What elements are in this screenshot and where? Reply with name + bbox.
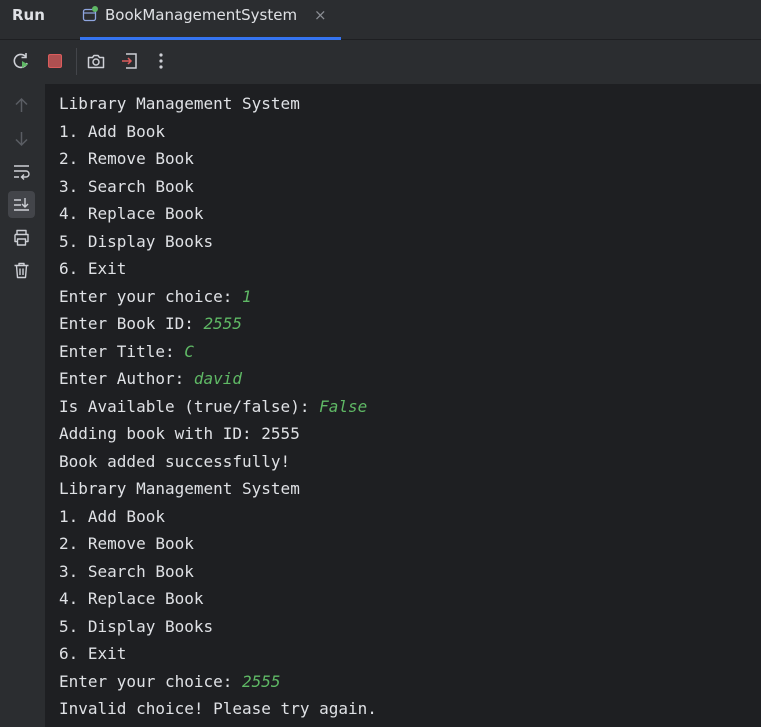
console-line: 2. Remove Book — [59, 145, 377, 173]
console-line: Invalid choice! Please try again. — [59, 695, 377, 723]
exit-icon[interactable] — [120, 51, 140, 71]
run-tool-window-header: Run BookManagementSystem × — [0, 0, 761, 40]
run-label: Run — [12, 6, 45, 24]
console-line: Enter Author: david — [59, 365, 377, 393]
console-user-input: C — [184, 341, 194, 361]
console-output-text: 5. Display Books — [59, 231, 214, 251]
close-icon[interactable]: × — [314, 6, 327, 24]
console-line: Adding book with ID: 2555 — [59, 420, 377, 448]
console-output-text: Library Management System — [59, 479, 300, 498]
console-output-text: 4. Replace Book — [59, 589, 204, 608]
console-output-text: Adding book with ID: 2555 — [59, 424, 300, 443]
console-user-input: 2555 — [203, 314, 243, 333]
console-output[interactable]: Library Management System 1. Add Book 2. R… — [45, 84, 761, 727]
console-line: 6. Exit — [59, 640, 377, 668]
console-output-text: 4. Replace Book — [59, 204, 204, 223]
console-output-text: Is Available (true/false): — [59, 396, 320, 416]
tab-bookmanagementsystem[interactable]: BookManagementSystem × — [80, 0, 341, 40]
stop-icon[interactable] — [45, 51, 65, 71]
arrow-down-icon[interactable] — [8, 125, 35, 152]
console-output-text: Book added successfully! — [59, 451, 291, 471]
console-line: Is Available (true/false): False — [59, 393, 377, 421]
trash-icon[interactable] — [8, 257, 35, 284]
console-output-text: Enter your choice: — [59, 671, 243, 691]
run-config-icon — [82, 6, 98, 22]
console-output-text: 5. Display Books — [59, 616, 214, 636]
console-line: Enter Book ID: 2555 — [59, 310, 377, 338]
console-line: Book added successfully! — [59, 448, 377, 476]
console-line: 5. Display Books — [59, 613, 377, 641]
scroll-to-end-icon[interactable] — [8, 191, 35, 218]
console-line: Enter Title: C — [59, 338, 377, 366]
console-output-text: 6. Exit — [59, 259, 127, 278]
console-side-toolbar — [0, 84, 45, 727]
console-user-input: 1 — [242, 286, 252, 306]
console-user-input: 2555 — [242, 671, 281, 691]
console-line: Enter your choice: 1 — [59, 283, 377, 311]
console-output-text: Enter Author: — [59, 369, 194, 388]
print-icon[interactable] — [8, 224, 35, 251]
console-output-text: Enter Title: — [59, 341, 185, 361]
console-output-text: Enter Book ID: — [59, 314, 204, 333]
console-line: Library Management System — [59, 475, 377, 503]
console-line: 3. Search Book — [59, 173, 377, 201]
soft-wrap-icon[interactable] — [8, 158, 35, 185]
console-line: 4. Replace Book — [59, 200, 377, 228]
screenshot-icon[interactable] — [86, 51, 106, 71]
tab-title: BookManagementSystem — [105, 6, 298, 24]
console-output-text: 3. Search Book — [59, 176, 194, 196]
toolbar-separator — [76, 48, 77, 75]
console-output-text: Invalid choice! Please try again. — [59, 699, 377, 718]
console-output-text: 2. Remove Book — [59, 149, 194, 168]
console-output-text: 6. Exit — [59, 644, 127, 663]
console-line: 4. Replace Book — [59, 585, 377, 613]
run-toolbar — [0, 40, 761, 84]
console-line: 1. Add Book — [59, 503, 377, 531]
console-line: 2. Remove Book — [59, 530, 377, 558]
console-output-text: Library Management System — [59, 94, 300, 113]
console-output-text: 1. Add Book — [59, 121, 165, 141]
console-output-text: 1. Add Book — [59, 506, 165, 526]
more-icon[interactable] — [151, 51, 171, 71]
console-output-text: 2. Remove Book — [59, 534, 194, 553]
console-line: Enter your choice: 2555 — [59, 668, 377, 696]
rerun-icon[interactable] — [11, 51, 31, 71]
console-line: 6. Exit — [59, 255, 377, 283]
console-line: Library Management System — [59, 90, 377, 118]
console-line: 3. Search Book — [59, 558, 377, 586]
console-user-input: False — [319, 396, 368, 416]
console-line: 5. Display Books — [59, 228, 377, 256]
console-output-text: 3. Search Book — [59, 561, 194, 581]
console-user-input: david — [193, 369, 243, 388]
console-output-text: Enter your choice: — [59, 286, 243, 306]
arrow-up-icon[interactable] — [8, 92, 35, 119]
console-lines: Library Management System 1. Add Book 2. R… — [59, 90, 377, 723]
console-line: 1. Add Book — [59, 118, 377, 146]
